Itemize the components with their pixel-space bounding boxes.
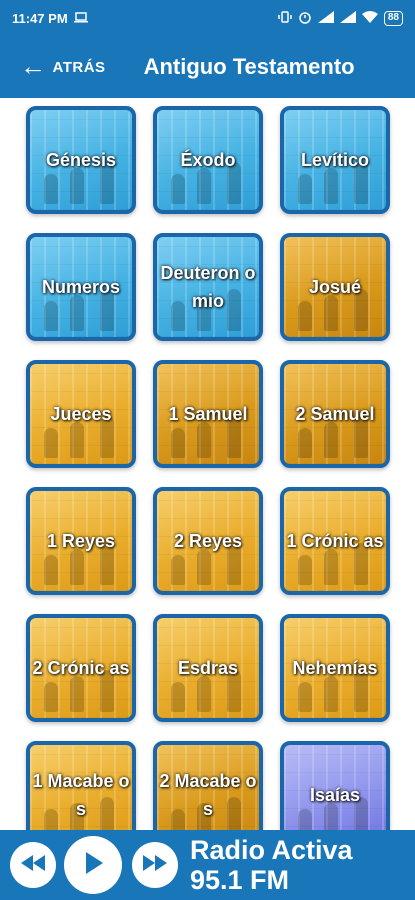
book-tile[interactable]: Éxodo [153, 106, 263, 214]
laptop-icon [73, 11, 88, 26]
book-title: 2 Macabe os [159, 771, 257, 819]
book-title: Éxodo [180, 150, 236, 170]
radio-station-name: Radio Activa 95.1 FM [190, 835, 353, 895]
signal-icon-2 [339, 10, 356, 26]
illustration-figure [298, 555, 312, 585]
book-title: 2 Crónic as [32, 658, 130, 678]
book-tile[interactable]: 2 Samuel [280, 360, 390, 468]
illustration-figure [171, 682, 185, 712]
book-title: Deuteron omio [160, 263, 256, 311]
back-button[interactable]: ← ATRÁS [20, 50, 106, 81]
illustration-figure [171, 428, 185, 458]
book-title: Levítico [300, 150, 370, 170]
book-tile[interactable]: 1 Reyes [26, 487, 136, 595]
illustration-figure [44, 174, 58, 204]
status-time: 11:47 PM [12, 10, 68, 26]
illustration-figure [171, 174, 185, 204]
book-title: 1 Crónic as [286, 531, 384, 551]
book-tile[interactable]: Nehemías [280, 614, 390, 722]
vibrate-icon [278, 10, 292, 27]
radio-station-line2: 95.1 FM [190, 865, 290, 895]
radio-station-line1: Radio Activa [190, 835, 353, 865]
book-title: Josué [308, 277, 362, 297]
rewind-icon [20, 854, 46, 876]
book-title: 1 Samuel [168, 404, 248, 424]
wifi-icon [361, 10, 378, 26]
illustration-figure [44, 428, 58, 458]
illustration-figure [44, 301, 58, 331]
book-title: Isaías [309, 785, 361, 805]
book-grid: Génesis Éxodo Levítico Numeros Deuteron omio… [0, 98, 415, 830]
book-tile[interactable]: Josué [280, 233, 390, 341]
illustration-figure [298, 428, 312, 458]
fast-forward-button[interactable] [132, 842, 178, 888]
illustration-figure [298, 174, 312, 204]
book-title: 1 Macabe os [32, 771, 130, 819]
book-tile[interactable]: Esdras [153, 614, 263, 722]
back-label: ATRÁS [52, 58, 106, 76]
book-title: 1 Reyes [46, 531, 116, 551]
book-tile[interactable]: 2 Reyes [153, 487, 263, 595]
play-icon [83, 851, 103, 879]
alarm-icon [298, 10, 312, 27]
book-title: 2 Reyes [173, 531, 243, 551]
book-tile[interactable]: 2 Macabe os [153, 741, 263, 830]
book-title: Esdras [177, 658, 239, 678]
rewind-button[interactable] [10, 842, 56, 888]
book-tile[interactable]: 1 Samuel [153, 360, 263, 468]
app-bar: ← ATRÁS Antiguo Testamento [0, 36, 415, 98]
book-title: Jueces [50, 404, 112, 424]
book-tile[interactable]: 2 Crónic as [26, 614, 136, 722]
battery-icon: 88 [383, 10, 403, 26]
book-tile[interactable]: 1 Crónic as [280, 487, 390, 595]
book-title: Numeros [41, 277, 121, 297]
illustration-figure [298, 809, 312, 830]
book-tile[interactable]: Levítico [280, 106, 390, 214]
page-title: Antiguo Testamento [143, 54, 355, 79]
radio-player: Radio Activa 95.1 FM [0, 830, 415, 900]
book-tile[interactable]: Génesis [26, 106, 136, 214]
illustration-figure [171, 555, 185, 585]
illustration-figure [298, 301, 312, 331]
play-button[interactable] [64, 836, 122, 894]
illustration-figure [44, 682, 58, 712]
book-tile[interactable]: Numeros [26, 233, 136, 341]
fast-forward-icon [142, 854, 168, 876]
book-tile[interactable]: Jueces [26, 360, 136, 468]
arrow-left-icon: ← [20, 50, 47, 81]
signal-icon [317, 10, 334, 26]
book-title: 2 Samuel [295, 404, 375, 424]
illustration-figure [44, 555, 58, 585]
book-tile[interactable]: 1 Macabe os [26, 741, 136, 830]
book-title: Génesis [45, 150, 117, 170]
book-tile[interactable]: Isaías [280, 741, 390, 830]
status-bar: 11:47 PM 88 [0, 0, 415, 36]
book-tile[interactable]: Deuteron omio [153, 233, 263, 341]
illustration-figure [298, 682, 312, 712]
book-title: Nehemías [292, 658, 378, 678]
